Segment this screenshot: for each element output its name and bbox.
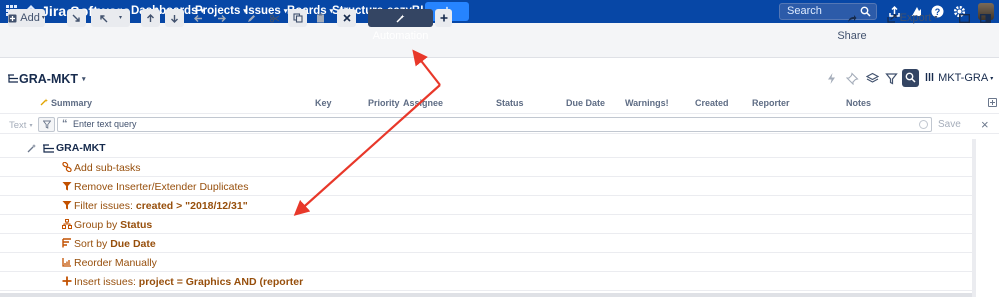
generator-row-label: Add sub-tasks [74, 162, 141, 174]
column-header-warnings[interactable]: Warnings! [625, 98, 669, 108]
forest-selector[interactable]: MKT-GRA ▾ [925, 72, 993, 84]
generator-row-label: Filter issues: created > "2018/12/31" [74, 200, 248, 212]
column-header-notes[interactable]: Notes [846, 98, 871, 108]
clear-query-icon[interactable] [919, 120, 928, 129]
structure-search-button[interactable] [902, 69, 919, 87]
wand-icon [396, 14, 405, 23]
plus-icon [440, 14, 447, 22]
arrow-up-icon [147, 13, 154, 22]
generator-row[interactable]: Insert issues: project = Graphics AND (r… [0, 272, 972, 291]
copy-icon [292, 13, 303, 23]
horizontal-scrollbar[interactable] [0, 293, 972, 297]
cut-button[interactable] [265, 9, 284, 27]
copy-button[interactable] [288, 9, 307, 27]
columns-icon [925, 73, 934, 81]
generator-row[interactable]: Reorder Manually [0, 253, 972, 272]
column-header-priority[interactable]: Priority [368, 98, 400, 108]
generator-row-label: Group by Status [74, 219, 153, 231]
generator-row-label: Remove Inserter/Extender Duplicates [74, 181, 249, 193]
automation-column-icon [40, 98, 48, 106]
move-up-button[interactable] [141, 9, 160, 27]
clipboard-icon [317, 13, 324, 23]
generator-row[interactable]: Group by Status [0, 215, 972, 234]
generator-row-label: Sort by Due Date [74, 238, 156, 250]
search-icon [905, 72, 916, 83]
generator-row-label: Insert issues: project = Graphics AND (r… [74, 276, 306, 288]
quote-icon: “ [62, 118, 68, 130]
lightning-icon[interactable] [825, 72, 838, 85]
sort-icon [62, 238, 71, 248]
remove-button[interactable] [337, 9, 356, 27]
link-icon [62, 162, 72, 172]
layers-icon[interactable] [866, 72, 879, 85]
root-row-label: GRA-MKT [56, 142, 106, 154]
column-header-created[interactable]: Created [695, 98, 729, 108]
column-header-summary[interactable]: Summary [51, 98, 92, 108]
share-icon [848, 14, 857, 22]
group-icon [62, 219, 72, 229]
root-row[interactable]: GRA-MKT [0, 139, 972, 158]
filter-icon [43, 120, 51, 129]
save-query-button[interactable]: Save [938, 119, 961, 130]
arrow-right-icon [218, 14, 226, 22]
query-filter-button[interactable] [38, 117, 55, 132]
arrow-diagonal-up-left-icon [100, 14, 108, 23]
outdent-button[interactable]: ▾ [91, 9, 130, 27]
structure-selector[interactable]: GRA-MKT ▾ [19, 72, 86, 86]
column-header-assignee[interactable]: Assignee [403, 98, 443, 108]
arrow-left-icon [194, 14, 202, 22]
indent-button[interactable] [67, 9, 86, 27]
generator-row[interactable]: Remove Inserter/Extender Duplicates [0, 177, 972, 196]
wand-icon [27, 144, 36, 153]
text-query-input[interactable]: “ Enter text query [57, 117, 932, 132]
generator-row[interactable]: Add sub-tasks [0, 158, 972, 177]
generator-row-label: Reorder Manually [74, 257, 157, 269]
arrow-diagonal-down-right-icon [72, 14, 80, 22]
structure-icon [43, 144, 54, 153]
move-right-button[interactable] [212, 9, 231, 27]
generator-row[interactable]: Sort by Due Date [0, 234, 972, 253]
reorder-icon [62, 258, 71, 267]
edit-button[interactable] [242, 9, 261, 27]
filter-icon [62, 201, 72, 210]
column-header-reporter[interactable]: Reporter [752, 98, 790, 108]
arrow-down-icon [171, 14, 178, 23]
move-down-button[interactable] [165, 9, 184, 27]
query-type-selector[interactable]: Text ▾ [9, 120, 32, 131]
split-view-button[interactable] [976, 9, 995, 27]
pencil-icon [248, 14, 255, 22]
filter-icon [62, 182, 72, 191]
add-column-button[interactable] [988, 98, 997, 107]
export-button[interactable]: Export ▾ [884, 9, 940, 27]
close-query-button[interactable]: × [981, 117, 989, 132]
pin-icon[interactable] [846, 72, 859, 85]
insert-icon [62, 276, 72, 286]
column-header-due-date[interactable]: Due Date [566, 98, 605, 108]
panel-icon [959, 13, 970, 23]
generator-row[interactable]: Filter issues: created > "2018/12/31" [0, 196, 972, 215]
move-left-button[interactable] [189, 9, 208, 27]
panel-toggle-button[interactable] [955, 9, 974, 27]
filter-icon[interactable] [885, 72, 898, 85]
automation-button[interactable]: Automation [368, 9, 433, 42]
paste-button[interactable] [311, 9, 330, 27]
close-icon [342, 14, 351, 22]
split-panel-icon [980, 13, 991, 23]
scissors-icon [269, 14, 279, 23]
add-icon [8, 14, 17, 23]
structure-icon [8, 74, 18, 83]
share-button[interactable]: Share [831, 9, 873, 42]
column-header-key[interactable]: Key [315, 98, 332, 108]
column-header-status[interactable]: Status [496, 98, 524, 108]
add-button[interactable]: Add ▾ [8, 9, 45, 27]
vertical-scrollbar[interactable] [972, 139, 976, 297]
export-icon [886, 13, 897, 23]
add-automation-button[interactable] [435, 9, 452, 27]
